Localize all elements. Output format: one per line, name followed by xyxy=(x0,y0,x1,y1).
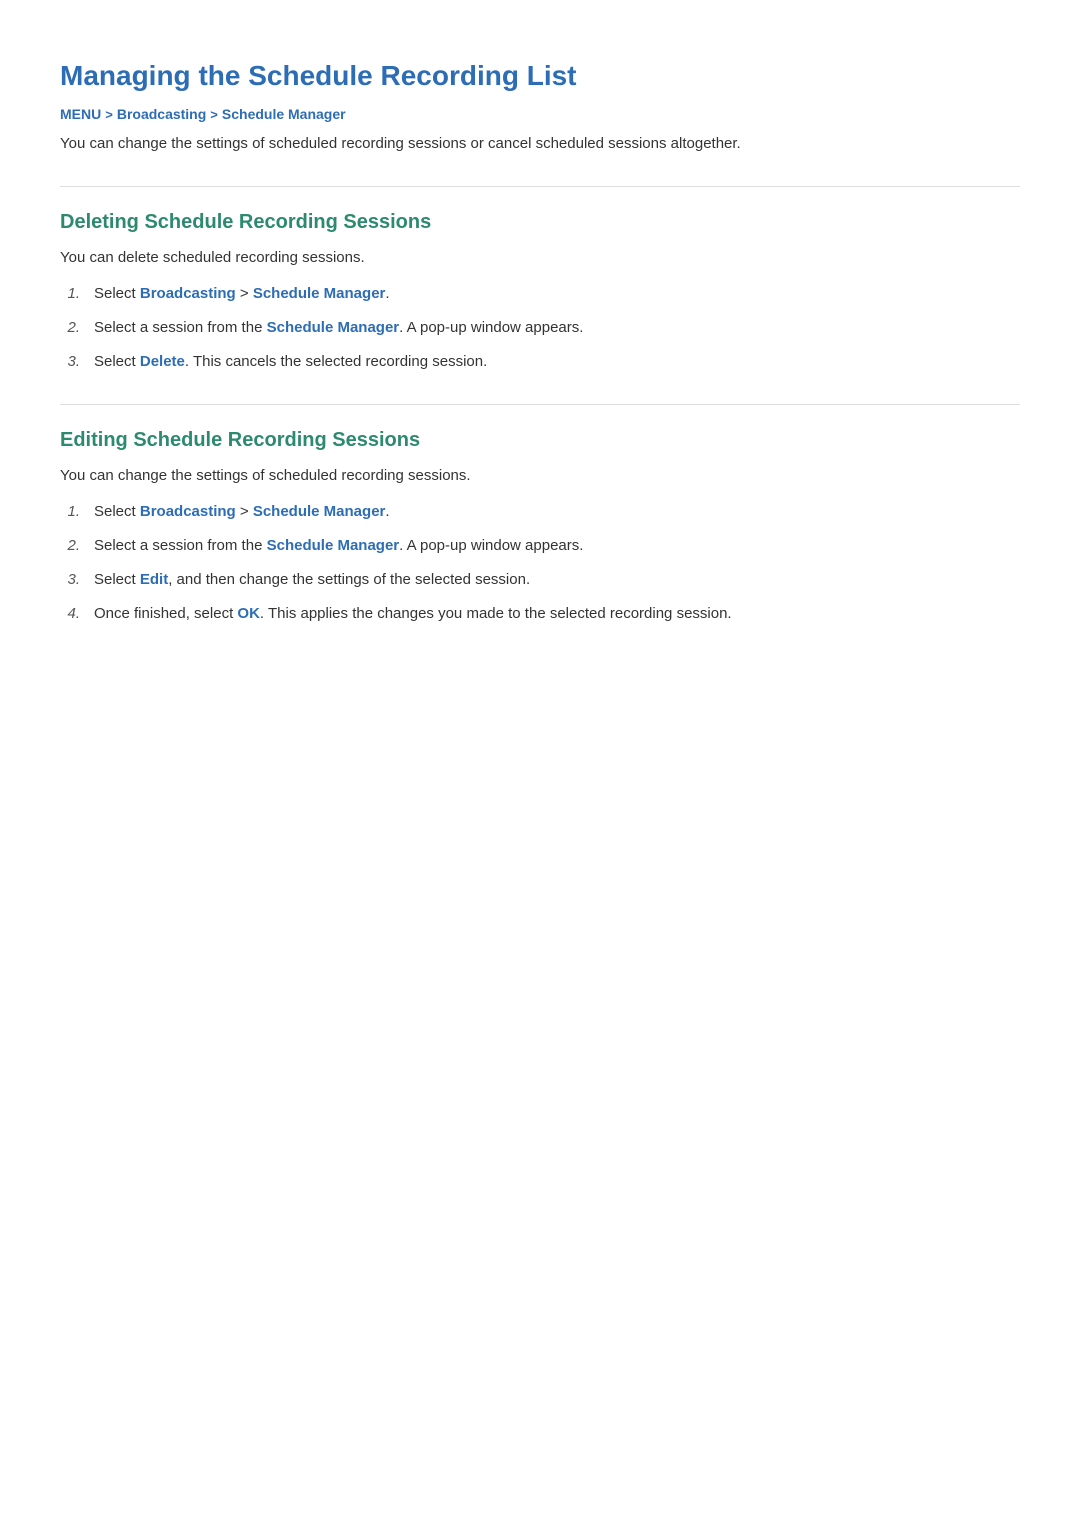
deleting-step-1-content: Select Broadcasting > Schedule Manager. xyxy=(94,282,1020,306)
editing-step1-link-schedule-manager: Schedule Manager xyxy=(253,503,386,520)
editing-step-4: 4. Once finished, select OK. This applie… xyxy=(60,602,1020,626)
step-number-3: 3. xyxy=(60,350,80,374)
breadcrumb-sep2: > xyxy=(210,107,218,122)
editing-step-4-content: Once finished, select OK. This applies t… xyxy=(94,602,1020,626)
editing-step-number-1: 1. xyxy=(60,500,80,524)
editing-step-3: 3. Select Edit, and then change the sett… xyxy=(60,568,1020,592)
deleting-steps-list: 1. Select Broadcasting > Schedule Manage… xyxy=(60,282,1020,374)
editing-step-number-2: 2. xyxy=(60,534,80,558)
editing-section-description: You can change the settings of scheduled… xyxy=(60,464,1020,488)
breadcrumb-broadcasting: Broadcasting xyxy=(117,106,206,122)
deleting-step1-link-schedule-manager: Schedule Manager xyxy=(253,285,386,302)
breadcrumb-schedule-manager: Schedule Manager xyxy=(222,106,346,122)
deleting-step-3-content: Select Delete. This cancels the selected… xyxy=(94,350,1020,374)
page-description: You can change the settings of scheduled… xyxy=(60,132,1020,156)
deleting-step3-link-delete: Delete xyxy=(140,353,185,370)
breadcrumb: MENU > Broadcasting > Schedule Manager xyxy=(60,106,1020,122)
editing-step-1: 1. Select Broadcasting > Schedule Manage… xyxy=(60,500,1020,524)
editing-step1-link-broadcasting: Broadcasting xyxy=(140,503,236,520)
editing-step-number-3: 3. xyxy=(60,568,80,592)
editing-steps-list: 1. Select Broadcasting > Schedule Manage… xyxy=(60,500,1020,626)
page-title: Managing the Schedule Recording List xyxy=(60,60,1020,92)
editing-step-2-content: Select a session from the Schedule Manag… xyxy=(94,534,1020,558)
deleting-section-title: Deleting Schedule Recording Sessions xyxy=(60,186,1020,234)
editing-step-2: 2. Select a session from the Schedule Ma… xyxy=(60,534,1020,558)
breadcrumb-menu: MENU xyxy=(60,106,101,122)
editing-step-3-content: Select Edit, and then change the setting… xyxy=(94,568,1020,592)
deleting-section-description: You can delete scheduled recording sessi… xyxy=(60,246,1020,270)
step-number-2: 2. xyxy=(60,316,80,340)
editing-step-1-content: Select Broadcasting > Schedule Manager. xyxy=(94,500,1020,524)
breadcrumb-sep1: > xyxy=(105,107,113,122)
deleting-step-1: 1. Select Broadcasting > Schedule Manage… xyxy=(60,282,1020,306)
editing-section-title: Editing Schedule Recording Sessions xyxy=(60,404,1020,452)
deleting-step-2-content: Select a session from the Schedule Manag… xyxy=(94,316,1020,340)
step-number-1: 1. xyxy=(60,282,80,306)
editing-step3-link-edit: Edit xyxy=(140,571,168,588)
deleting-step1-link-broadcasting: Broadcasting xyxy=(140,285,236,302)
editing-step4-link-ok: OK xyxy=(237,605,260,622)
deleting-section: Deleting Schedule Recording Sessions You… xyxy=(60,186,1020,374)
deleting-step-2: 2. Select a session from the Schedule Ma… xyxy=(60,316,1020,340)
deleting-step-3: 3. Select Delete. This cancels the selec… xyxy=(60,350,1020,374)
deleting-step2-link-schedule-manager: Schedule Manager xyxy=(267,319,400,336)
editing-section: Editing Schedule Recording Sessions You … xyxy=(60,404,1020,626)
editing-step2-link-schedule-manager: Schedule Manager xyxy=(267,537,400,554)
editing-step-number-4: 4. xyxy=(60,602,80,626)
